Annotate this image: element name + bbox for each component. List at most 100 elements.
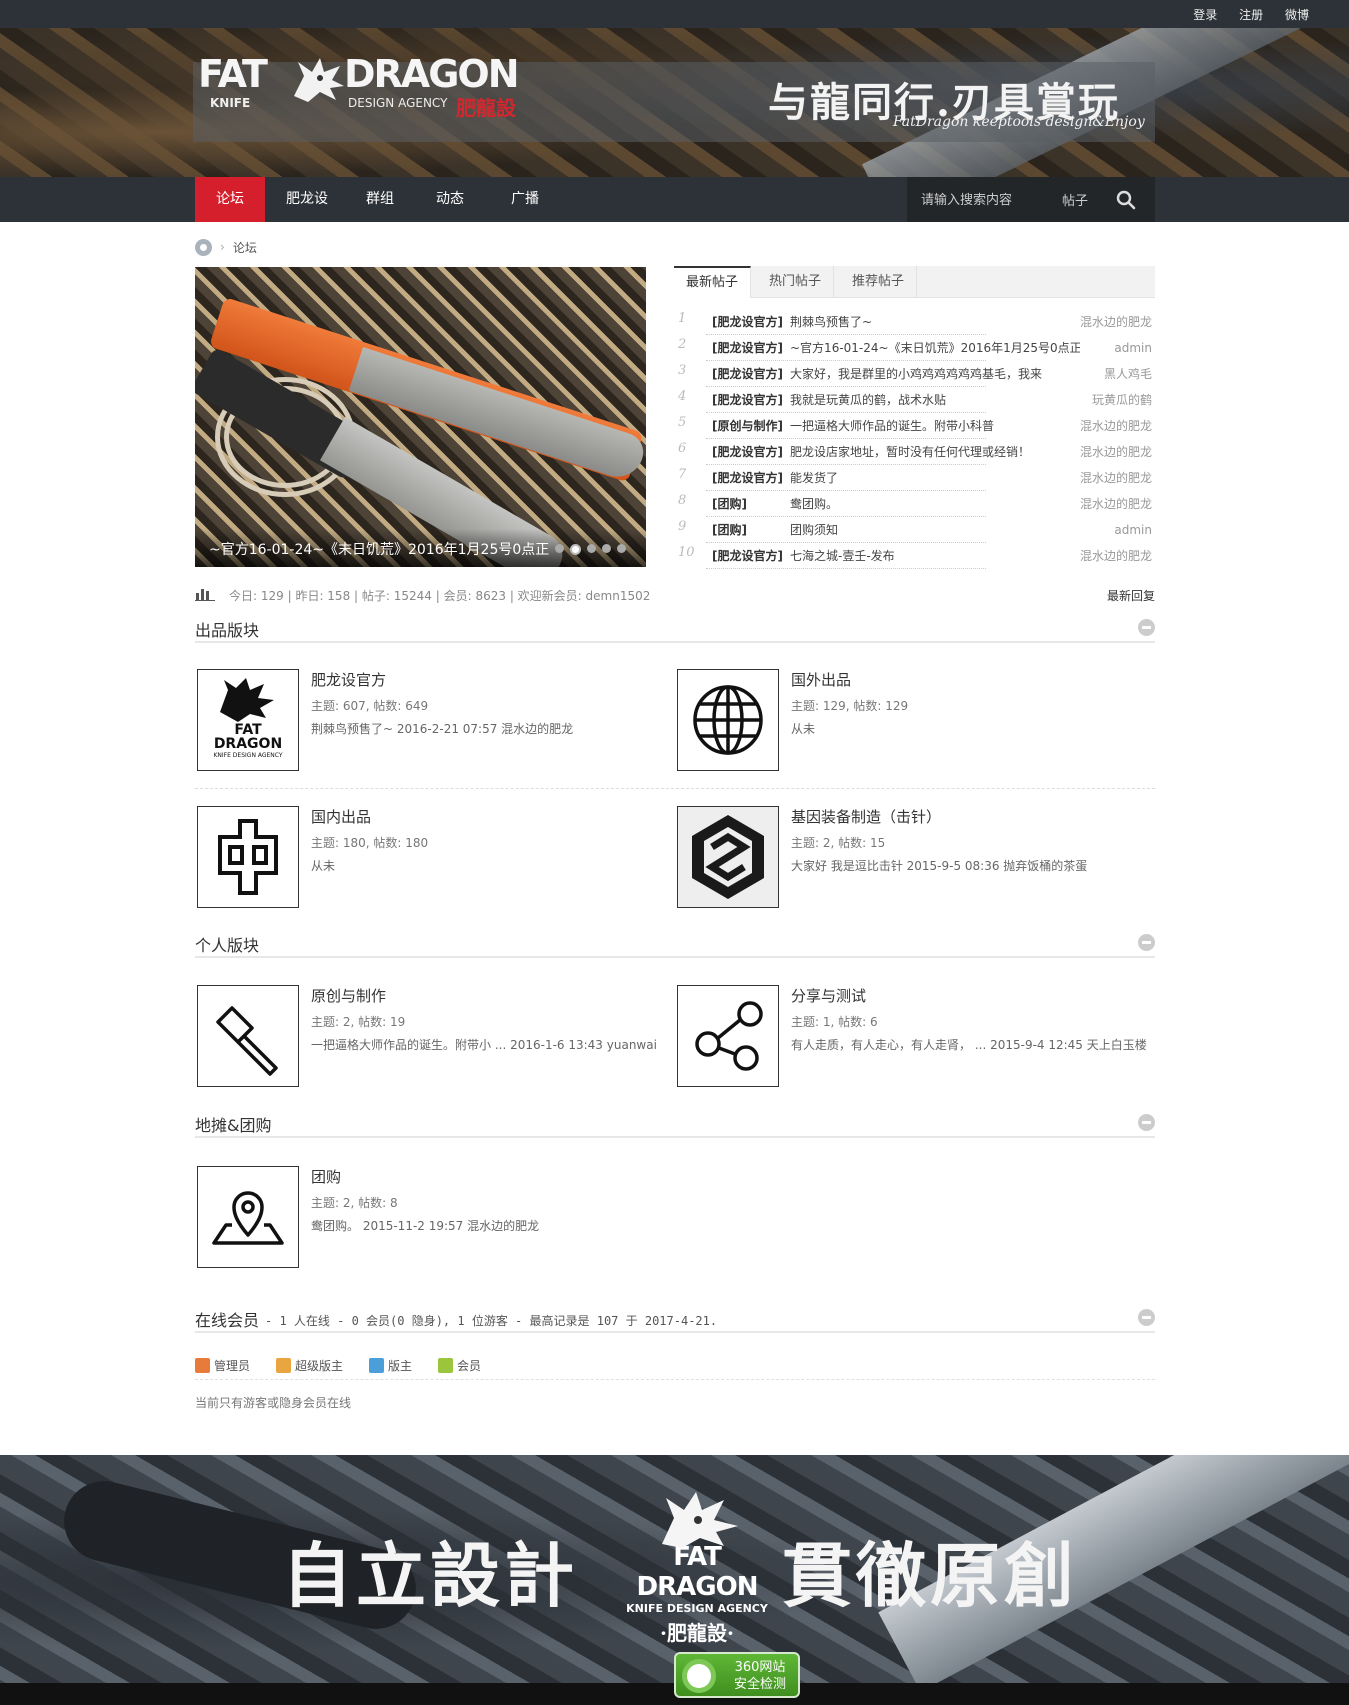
post-title[interactable]: 一把逼格大师作品的诞生。附带小科普: [790, 414, 1080, 438]
hammer-icon[interactable]: [197, 985, 299, 1087]
post-title[interactable]: 团购须知: [790, 518, 1080, 542]
slide-dot[interactable]: [555, 544, 564, 553]
fatdragon-logo-icon[interactable]: FAT DRAGON KNIFE DESIGN AGENCY: [197, 669, 299, 771]
post-author[interactable]: 混水边的肥龙: [1080, 440, 1152, 464]
post-category[interactable]: [肥龙设官方]: [712, 388, 783, 412]
hexagon-logo-icon[interactable]: [677, 806, 779, 908]
forum-card: 团购 主题: 2, 帖数: 8 鸯团购。 2015-11-2 19:57 混水边…: [195, 1164, 665, 1268]
nav-item-activity[interactable]: 动态: [425, 177, 475, 222]
post-category[interactable]: [肥龙设官方]: [712, 336, 783, 360]
collapse-icon[interactable]: [1138, 934, 1155, 951]
forum-stats: 今日: 129 | 昨日: 158 | 帖子: 15244 | 会员: 8623…: [195, 586, 1155, 604]
forum-name[interactable]: 国外出品: [791, 669, 851, 690]
post-category[interactable]: [肥龙设官方]: [712, 310, 783, 334]
post-author[interactable]: 混水边的肥龙: [1080, 466, 1152, 490]
slide-dot[interactable]: [587, 544, 596, 553]
post-author[interactable]: 混水边的肥龙: [1080, 492, 1152, 516]
nav-item-groups[interactable]: 群组: [355, 177, 405, 222]
forum-last-post[interactable]: 大家好 我是逗比击针 2015-9-5 08:36 抛弃饭桶的茶蛋: [791, 857, 1087, 874]
slide-caption[interactable]: ~官方16-01-24~《末日饥荒》2016年1月25号0点正: [209, 539, 549, 559]
forum-card: 原创与制作 主题: 2, 帖数: 19 一把逼格大师作品的诞生。附带小 ... …: [195, 983, 665, 1087]
forum-name[interactable]: 国内出品: [311, 806, 371, 827]
section-title[interactable]: 地摊&团购: [195, 1112, 271, 1136]
forum-card: 分享与测试 主题: 1, 帖数: 6 有人走质，有人走心，有人走肾， ... 2…: [675, 983, 1147, 1087]
search-input[interactable]: [921, 190, 1041, 210]
forum-name[interactable]: 基因装备制造（击针）: [791, 806, 941, 827]
legend-label: 超级版主: [295, 1359, 344, 1373]
nav-item-forum[interactable]: 论坛: [195, 177, 265, 222]
globe-icon[interactable]: [677, 669, 779, 771]
post-category[interactable]: [肥龙设官方]: [712, 362, 783, 386]
post-list: 1 [肥龙设官方] 荆棘鸟预售了~ 混水边的肥龙 2 [肥龙设官方] ~官方16-01-24…: [678, 310, 1152, 570]
post-title[interactable]: 我就是玩黄瓜的鹤，战术水贴: [790, 388, 1080, 412]
collapse-icon[interactable]: [1138, 1309, 1155, 1326]
post-category[interactable]: [团购]: [712, 518, 747, 542]
post-category[interactable]: [原创与制作]: [712, 414, 783, 438]
badge-text: 360网站 安全检测: [734, 1659, 786, 1693]
slide-dot[interactable]: [602, 544, 611, 553]
forum-meta: 主题: 2, 帖数: 19: [311, 1015, 406, 1029]
tab-latest[interactable]: 最新帖子: [674, 266, 752, 298]
register-link[interactable]: 注册: [1239, 8, 1263, 22]
post-author[interactable]: 黑人鸡毛: [1104, 362, 1152, 386]
post-author[interactable]: 玩黄瓜的鹤: [1092, 388, 1152, 412]
security-badge[interactable]: 360网站 安全检测: [674, 1652, 800, 1698]
forum-last-post[interactable]: 有人走质，有人走心，有人走肾， ... 2015-9-4 12:45 天上白玉楼: [791, 1036, 1147, 1053]
post-author[interactable]: 混水边的肥龙: [1080, 544, 1152, 568]
post-author[interactable]: 混水边的肥龙: [1080, 310, 1152, 334]
weibo-link[interactable]: 微博: [1285, 8, 1309, 22]
slideshow[interactable]: ~官方16-01-24~《末日饥荒》2016年1月25号0点正: [195, 267, 646, 567]
post-title[interactable]: 鸯团购。: [790, 492, 1080, 516]
nav-item-broadcast[interactable]: 广播: [495, 177, 555, 222]
forum-name[interactable]: 原创与制作: [311, 985, 386, 1006]
breadcrumb-current[interactable]: 论坛: [233, 239, 257, 256]
post-title[interactable]: 七海之城-壹壬-发布: [790, 544, 1080, 568]
post-title[interactable]: 肥龙设店家地址，暂时没有任何代理或经销！: [790, 440, 1080, 464]
list-item: 3 [肥龙设官方] 大家好，我是群里的小鸡鸡鸡鸡鸡鸡基毛，我来 黑人鸡毛: [678, 362, 1152, 388]
search-type-select[interactable]: 帖子: [1062, 190, 1088, 209]
login-link[interactable]: 登录: [1193, 8, 1217, 22]
stats-newest-member[interactable]: 欢迎新会员: demn1502: [518, 589, 651, 603]
post-category[interactable]: [肥龙设官方]: [712, 440, 783, 464]
online-title[interactable]: 在线会员: [195, 1307, 259, 1331]
forum-last-post[interactable]: 鸯团购。 2015-11-2 19:57 混水边的肥龙: [311, 1217, 539, 1234]
nav-item-fatdragon[interactable]: 肥龙设: [275, 177, 339, 222]
member-icon: [438, 1358, 454, 1373]
forum-meta: 主题: 607, 帖数: 649: [311, 699, 429, 713]
forum-last-post[interactable]: 一把逼格大师作品的诞生。附带小 ... 2016-1-6 13:43 yuanw…: [311, 1036, 657, 1053]
post-title[interactable]: 荆棘鸟预售了~: [790, 310, 1080, 334]
share-icon[interactable]: [677, 985, 779, 1087]
post-title[interactable]: ~官方16-01-24~《末日饥荒》2016年1月25号0点正: [790, 336, 1080, 360]
map-pin-icon[interactable]: [197, 1166, 299, 1268]
slide-dot-active[interactable]: [570, 544, 581, 555]
post-category[interactable]: [团购]: [712, 492, 747, 516]
forum-name[interactable]: 团购: [311, 1166, 341, 1187]
home-icon[interactable]: [195, 238, 212, 256]
forum-name[interactable]: 肥龙设官方: [311, 669, 386, 690]
legend-mod: 版主: [369, 1352, 412, 1379]
search-icon[interactable]: [1115, 189, 1137, 211]
post-author[interactable]: admin: [1114, 518, 1152, 542]
section-header: 个人版块: [195, 930, 1155, 958]
slide-dot[interactable]: [617, 544, 626, 553]
list-item: 1 [肥龙设官方] 荆棘鸟预售了~ 混水边的肥龙: [678, 310, 1152, 336]
tab-recommended[interactable]: 推荐帖子: [840, 266, 918, 298]
site-logo[interactable]: FAT DRAGON KNIFE DESIGN AGENCY 肥龍設: [198, 52, 538, 132]
collapse-icon[interactable]: [1138, 1114, 1155, 1131]
zhong-character-icon[interactable]: [197, 806, 299, 908]
post-divider: [706, 542, 986, 543]
post-title[interactable]: 大家好，我是群里的小鸡鸡鸡鸡鸡鸡基毛，我来: [790, 362, 1080, 386]
section-title[interactable]: 个人版块: [195, 932, 259, 956]
post-title[interactable]: 能发货了: [790, 466, 1080, 490]
post-author[interactable]: admin: [1114, 336, 1152, 360]
latest-reply-link[interactable]: 最新回复: [1107, 587, 1155, 604]
forum-last-post[interactable]: 荆棘鸟预售了~ 2016-2-21 07:57 混水边的肥龙: [311, 720, 573, 737]
post-category[interactable]: [肥龙设官方]: [712, 544, 783, 568]
post-category[interactable]: [肥龙设官方]: [712, 466, 783, 490]
forum-name[interactable]: 分享与测试: [791, 985, 866, 1006]
forum-row-divider: [195, 788, 1155, 789]
post-author[interactable]: 混水边的肥龙: [1080, 414, 1152, 438]
tab-hot[interactable]: 热门帖子: [757, 266, 835, 298]
section-title[interactable]: 出品版块: [195, 617, 259, 641]
collapse-icon[interactable]: [1138, 619, 1155, 636]
